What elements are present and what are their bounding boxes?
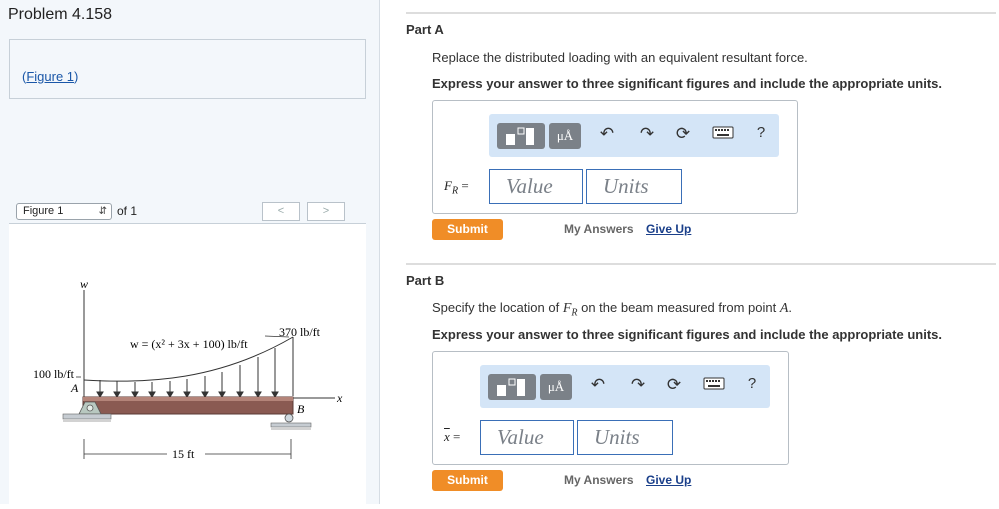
xbar-label: x = [444,429,460,445]
right-panel: Part A Replace the distributed loading w… [381,0,999,504]
part-b-value-input[interactable]: Value [480,420,574,455]
length-label: 15 ft [172,447,195,461]
chevron-updown-icon: ⇵ [98,206,107,217]
x-axis-label: x [336,391,343,405]
help-icon[interactable]: ? [751,124,771,141]
part-a-value-input[interactable]: Value [489,169,583,204]
part-b-q-after: on the beam measured from point [577,300,780,315]
figure-select[interactable]: Figure 1 ⇵ [16,203,112,220]
part-b-title: Part B [406,273,445,288]
part-b-instruction: Express your answer to three significant… [432,327,942,342]
fr-label: FR = [444,178,469,197]
redo-icon[interactable]: ↷ [637,124,657,144]
part-a-units-input[interactable]: Units [586,169,682,204]
part-a-submit-button[interactable]: Submit [432,219,503,240]
part-b-units-input[interactable]: Units [577,420,673,455]
part-b-question: Specify the location of FR on the beam m… [432,300,792,319]
point-b-label: B [297,402,305,416]
part-b-q-end: . [788,300,793,315]
undo-icon[interactable]: ↶ [597,124,617,144]
reset-icon[interactable]: ⟳ [673,124,693,144]
template-button[interactable] [488,374,536,400]
part-b-answer-box: μÅ ↶ ↷ ⟳ ? x = Value Units [432,351,789,465]
undo-icon[interactable]: ↶ [588,375,608,395]
figure-nav-bar: Figure 1 ⇵ of 1 < > [9,198,366,224]
part-a-instruction: Express your answer to three significant… [432,76,942,91]
load-arrows [96,348,279,398]
part-b-my-answers[interactable]: My Answers [564,473,634,487]
part-b-toolbar: μÅ ↶ ↷ ⟳ ? [480,365,770,408]
help-icon[interactable]: ? [742,375,762,392]
part-b-submit-button[interactable]: Submit [432,470,503,491]
part-b-give-up[interactable]: Give Up [646,473,691,487]
part-a-give-up[interactable]: Give Up [646,222,691,236]
part-a-my-answers[interactable]: My Answers [564,222,634,236]
figure-link-wrapper: (Figure 1) [22,69,79,84]
part-a-title: Part A [406,22,444,37]
left-panel: Problem 4.158 (Figure 1) Figure 1 ⇵ of 1… [0,0,380,504]
template-button[interactable] [497,123,545,149]
template-icon [506,127,534,145]
keyboard-icon[interactable] [702,375,726,395]
part-a-divider [406,12,996,14]
next-figure-button[interactable]: > [307,202,345,221]
figure-link[interactable]: Figure 1 [26,69,74,84]
prev-figure-button[interactable]: < [262,202,300,221]
part-b-q-before: Specify the location of [432,300,563,315]
part-b-divider [406,263,996,265]
figure-area: w w = (x² + 3x + 100) lb/ft 370 lb/ft 10… [9,224,366,504]
keyboard-icon[interactable] [711,124,735,144]
problem-title: Problem 4.158 [8,6,113,23]
part-a-toolbar: μÅ ↶ ↷ ⟳ ? [489,114,779,157]
figure-link-box: (Figure 1) [9,39,366,99]
figure-count: of 1 [117,204,138,218]
reset-icon[interactable]: ⟳ [664,375,684,395]
beam-highlight [83,397,293,401]
units-button[interactable]: μÅ [549,123,581,149]
redo-icon[interactable]: ↷ [628,375,648,395]
part-a-answer-box: μÅ ↶ ↷ ⟳ ? FR = Value Units [432,100,798,214]
load-right-label: 370 lb/ft [279,325,321,339]
beam-figure: w w = (x² + 3x + 100) lb/ft 370 lb/ft 10… [33,277,343,461]
load-left-label: 100 lb/ft [33,367,75,381]
xbar-eq: = [449,429,461,444]
units-button[interactable]: μÅ [540,374,572,400]
template-icon [497,378,525,396]
roller-support [284,413,294,423]
part-a-question: Replace the distributed loading with an … [432,50,808,65]
figure-select-value: Figure 1 [23,205,64,217]
fr-eq: = [458,178,469,193]
point-a-label: A [70,381,79,395]
load-equation: w = (x² + 3x + 100) lb/ft [130,337,248,351]
w-axis-label: w [80,277,88,291]
fr-main: F [444,178,452,193]
